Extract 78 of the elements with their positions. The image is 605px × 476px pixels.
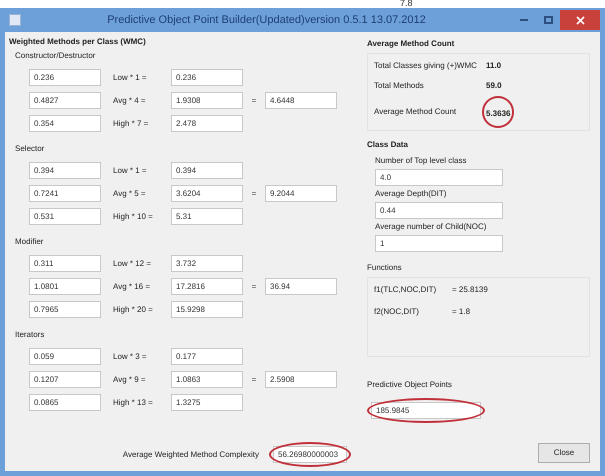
function-label: f1(TLC,NOC,DIT): [374, 284, 438, 296]
multiplier-label: High * 20 =: [112, 304, 154, 316]
input-field[interactable]: 1: [375, 235, 503, 252]
multiplier-label: Avg * 5 =: [112, 188, 147, 200]
product-field[interactable]: 1.9308: [171, 92, 243, 109]
stat-label: Average Method Count: [374, 106, 458, 118]
multiplier-label: Low * 1 =: [112, 72, 148, 84]
input-field[interactable]: 0.236: [29, 69, 101, 86]
multiplier-label: Avg * 16 =: [112, 280, 151, 292]
input-field[interactable]: 1.0801: [29, 278, 101, 295]
equals-sign: =: [250, 374, 258, 386]
caption: 7.8: [399, 0, 414, 8]
total-field[interactable]: 9.2044: [265, 185, 337, 202]
stat-label: Total Methods: [374, 80, 425, 92]
input-field[interactable]: 0.059: [29, 348, 101, 365]
field-label: Number of Top level class: [375, 155, 468, 167]
product-field[interactable]: 1.3275: [171, 394, 243, 411]
average-field[interactable]: 56.26980000003: [273, 446, 347, 463]
equals-sign: =: [250, 94, 258, 106]
field-label: Average number of Child(NOC): [375, 221, 488, 233]
input-field[interactable]: 0.394: [29, 162, 101, 179]
product-field[interactable]: 0.236: [171, 69, 243, 86]
section-title: Class Data: [367, 139, 409, 151]
product-field[interactable]: 5.31: [171, 208, 243, 225]
average-label: Average Weighted Method Complexity: [122, 448, 259, 460]
multiplier-label: High * 10 =: [112, 210, 154, 222]
input-field[interactable]: 0.44: [375, 202, 503, 219]
multiplier-label: Avg * 4 =: [112, 94, 147, 106]
section-title: Predictive Object Points: [367, 379, 453, 391]
group-label: Modifier: [15, 236, 44, 248]
product-field[interactable]: 17.2816: [171, 278, 243, 295]
product-field[interactable]: 15.9298: [171, 301, 243, 318]
section-title: Weighted Methods per Class (WMC): [9, 36, 147, 48]
input-field[interactable]: 0.0865: [29, 394, 101, 411]
input-field[interactable]: 0.4827: [29, 92, 101, 109]
product-field[interactable]: 1.0863: [171, 371, 243, 388]
points-field[interactable]: 185.9845: [371, 402, 481, 419]
stat-label: Total Classes giving (+)WMC: [374, 60, 478, 72]
multiplier-label: Low * 1 =: [112, 164, 148, 176]
app-icon: [9, 14, 21, 26]
input-field[interactable]: 0.7965: [29, 301, 101, 318]
group-label: Iterators: [15, 329, 46, 341]
input-field[interactable]: 0.354: [29, 115, 101, 132]
input-field[interactable]: 0.531: [29, 208, 101, 225]
stat-value: 59.0: [486, 80, 502, 92]
section-title: Functions: [367, 262, 403, 274]
multiplier-label: High * 7 =: [112, 118, 150, 130]
equals-sign: =: [250, 188, 258, 200]
total-field[interactable]: 36.94: [265, 278, 337, 295]
window-title: Predictive Object Point Builder(Updated)version 0.5.1 13.07.2012: [106, 12, 427, 28]
product-field[interactable]: 2.478: [171, 115, 243, 132]
group-label: Selector: [15, 143, 46, 155]
field-label: Average Depth(DIT): [375, 188, 448, 200]
stat-value: 11.0: [486, 60, 502, 72]
annotation-circle: [482, 96, 514, 128]
input-field[interactable]: 0.1207: [29, 371, 101, 388]
close-button[interactable]: Close: [538, 443, 590, 463]
multiplier-label: Avg * 9 =: [112, 374, 147, 386]
function-label: f2(NOC,DIT): [374, 306, 420, 318]
total-field[interactable]: 2.5908: [265, 371, 337, 388]
section-title: Average Method Count: [367, 38, 456, 50]
product-field[interactable]: 0.177: [171, 348, 243, 365]
total-field[interactable]: 4.6448: [265, 92, 337, 109]
multiplier-label: Low * 12 =: [112, 258, 152, 270]
input-field[interactable]: 0.7241: [29, 185, 101, 202]
function-value: = 1.8: [452, 306, 470, 318]
input-field[interactable]: 4.0: [375, 169, 503, 186]
multiplier-label: Low * 3 =: [112, 350, 148, 362]
product-field[interactable]: 3.732: [171, 255, 243, 272]
close-icon[interactable]: [560, 10, 600, 30]
product-field[interactable]: 0.394: [171, 162, 243, 179]
equals-sign: =: [250, 280, 258, 292]
stat-value: 5.3636: [486, 109, 510, 118]
input-field[interactable]: 0.311: [29, 255, 101, 272]
multiplier-label: High * 13 =: [112, 396, 154, 408]
product-field[interactable]: 3.6204: [171, 185, 243, 202]
group-label: Constructor/Destructor: [15, 50, 96, 62]
function-value: = 25.8139: [452, 284, 488, 296]
